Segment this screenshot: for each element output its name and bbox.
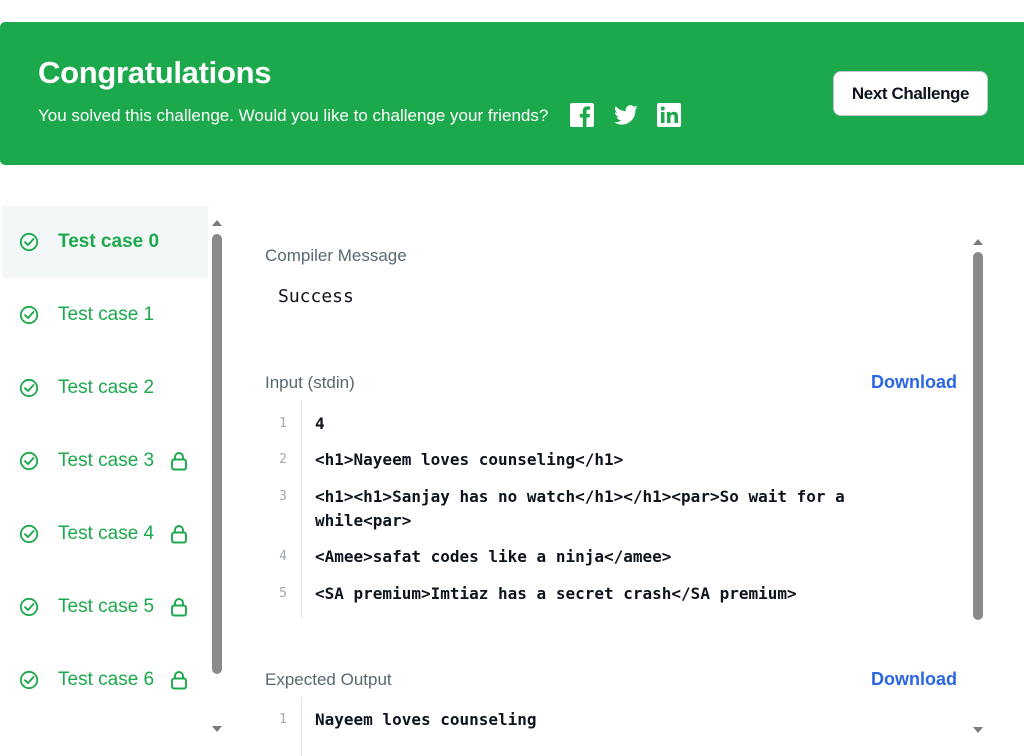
check-circle-icon [19, 378, 39, 398]
line-number: 2 [279, 452, 287, 467]
expected-output-label: Expected Output [265, 670, 392, 689]
sidebar-item-test-case-6[interactable]: Test case 6 [2, 644, 208, 716]
main-scrollbar-thumb[interactable] [973, 252, 983, 620]
sidebar-item-label: Test case 6 [58, 669, 155, 690]
line-number: 1 [279, 416, 287, 431]
sidebar-scroll-up-arrow[interactable] [210, 214, 224, 226]
sidebar-item-label: Test case 0 [58, 231, 160, 252]
input-gutter-divider [301, 400, 302, 618]
linkedin-icon[interactable] [656, 102, 682, 128]
code-text: Nayeem loves counseling [315, 710, 537, 729]
check-circle-icon [19, 670, 39, 690]
code-text: <Amee>safat codes like a ninja</amee> [315, 547, 672, 566]
code-text: 4 [315, 414, 325, 433]
sidebar-item-label: Test case 3 [58, 450, 155, 471]
input-code-block: 1 4 2 <h1>Nayeem loves counseling</h1> 3… [265, 400, 965, 618]
input-download-link[interactable]: Download [871, 372, 957, 393]
sidebar-scroll-down-arrow[interactable] [210, 722, 224, 732]
expected-output-code-block: 1 Nayeem loves counseling [265, 697, 965, 756]
expected-gutter-divider [301, 697, 302, 756]
check-circle-icon [19, 597, 39, 617]
code-text: <h1>Nayeem loves counseling</h1> [315, 450, 624, 469]
check-circle-icon [19, 232, 39, 252]
lock-icon [170, 597, 188, 617]
main-scroll-down-arrow[interactable] [971, 723, 985, 733]
sidebar-item-test-case-0[interactable]: Test case 0 [2, 206, 208, 278]
line-number: 5 [279, 586, 287, 601]
compiler-message-text: Success [278, 286, 354, 307]
check-circle-icon [19, 524, 39, 544]
sidebar-item-label: Test case 1 [58, 304, 155, 325]
sidebar-scrollbar-thumb[interactable] [212, 234, 222, 674]
compiler-message-label: Compiler Message [265, 246, 407, 265]
banner-title: Congratulations [38, 55, 272, 90]
sidebar-item-test-case-2[interactable]: Test case 2 [2, 352, 208, 424]
facebook-icon[interactable] [569, 102, 595, 128]
line-number: 3 [279, 489, 287, 504]
input-label: Input (stdin) [265, 373, 355, 392]
banner-subtitle: You solved this challenge. Would you lik… [38, 106, 549, 125]
twitter-icon[interactable] [613, 102, 639, 128]
code-text: <SA premium>Imtiaz has a secret crash</S… [315, 584, 797, 603]
check-circle-icon [19, 305, 39, 325]
line-number: 4 [279, 549, 287, 564]
sidebar-item-test-case-4[interactable]: Test case 4 [2, 498, 208, 570]
code-text: <h1><h1>Sanjay has no watch</h1></h1><pa… [315, 487, 845, 530]
lock-icon [170, 451, 188, 471]
sidebar-item-test-case-3[interactable]: Test case 3 [2, 425, 208, 497]
expected-output-download-link[interactable]: Download [871, 669, 957, 690]
sidebar-item-label: Test case 2 [58, 377, 155, 398]
sidebar-item-label: Test case 5 [58, 596, 155, 617]
lock-icon [170, 524, 188, 544]
sidebar-item-test-case-5[interactable]: Test case 5 [2, 571, 208, 643]
sidebar-item-label: Test case 4 [58, 523, 155, 544]
sidebar-item-test-case-1[interactable]: Test case 1 [2, 279, 208, 351]
lock-icon [170, 670, 188, 690]
check-circle-icon [19, 451, 39, 471]
main-scroll-up-arrow[interactable] [971, 233, 985, 245]
next-challenge-button[interactable]: Next Challenge [833, 71, 988, 116]
line-number: 1 [279, 712, 287, 727]
